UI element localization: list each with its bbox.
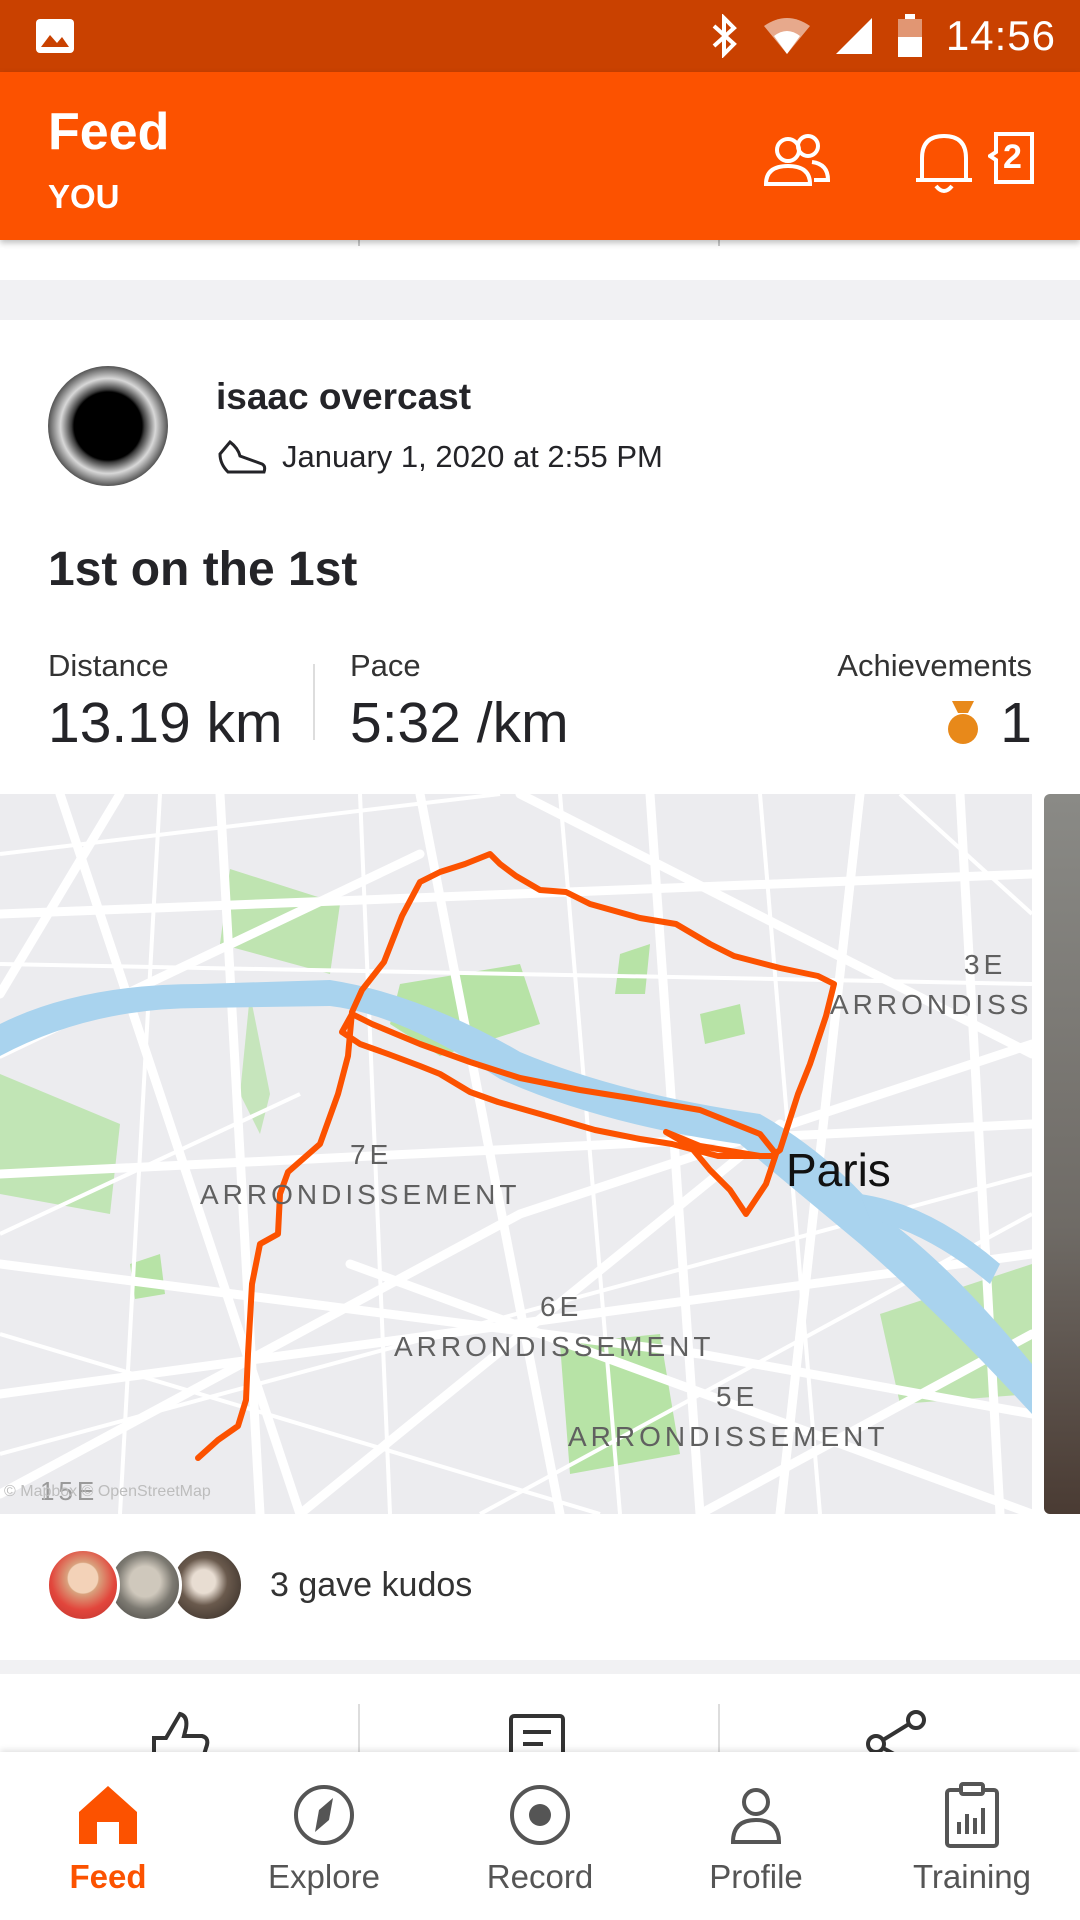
distance-value: 13.19 km xyxy=(48,691,283,755)
people-icon[interactable] xyxy=(756,122,836,202)
home-icon xyxy=(79,1786,137,1844)
signal-icon xyxy=(835,18,872,54)
map-label-3e-name: ARRONDISS xyxy=(830,989,1032,1020)
notification-badge[interactable]: 2 xyxy=(988,130,1036,186)
athlete-name[interactable]: isaac overcast xyxy=(216,376,471,418)
achievements-label: Achievements xyxy=(837,648,1032,683)
pace-value: 5:32 /km xyxy=(350,691,569,755)
achievements-count: 1 xyxy=(1000,691,1032,755)
avatar[interactable] xyxy=(48,366,168,486)
kudos-text[interactable]: 3 gave kudos xyxy=(270,1566,472,1605)
achievements-value-group: 1 xyxy=(946,690,1032,756)
profile-icon xyxy=(730,1788,782,1844)
training-icon xyxy=(945,1782,999,1848)
nav-label: Profile xyxy=(709,1858,803,1895)
nav-profile[interactable]: Profile xyxy=(648,1752,864,1920)
notification-count: 2 xyxy=(1003,138,1022,176)
map-label-7e-num: 7E xyxy=(350,1139,392,1170)
nav-label: Explore xyxy=(268,1858,380,1895)
map-label-city: Paris xyxy=(786,1144,891,1196)
map-attribution: © Mapbox © OpenStreetMap xyxy=(4,1483,211,1500)
map-canvas: 7E ARRONDISSEMENT 6E ARRONDISSEMENT 5E A… xyxy=(0,794,1032,1514)
nav-label: Feed xyxy=(69,1858,147,1895)
wifi-icon xyxy=(763,18,810,54)
status-time: 14:56 xyxy=(945,12,1056,59)
record-icon xyxy=(510,1785,570,1845)
nav-label: Record xyxy=(486,1858,594,1895)
distance-label: Distance xyxy=(48,648,169,683)
medal-icon xyxy=(948,701,979,744)
map-label-5e-num: 5E xyxy=(716,1381,758,1412)
map-label-7e-name: ARRONDISSEMENT xyxy=(200,1179,520,1210)
map-label-6e-name: ARRONDISSEMENT xyxy=(394,1331,714,1362)
app-bar: Feed YOU 2 xyxy=(0,72,1080,240)
bluetooth-icon xyxy=(712,14,737,58)
kudos-avatar[interactable] xyxy=(46,1548,120,1622)
section-divider xyxy=(0,280,1080,320)
stat-divider xyxy=(313,664,315,740)
nav-training[interactable]: Training xyxy=(864,1752,1080,1920)
kudos-row[interactable]: 3 gave kudos xyxy=(0,1518,1080,1644)
map-label-5e-name: ARRONDISSEMENT xyxy=(568,1421,888,1452)
nav-explore[interactable]: Explore xyxy=(216,1752,432,1920)
pace-label: Pace xyxy=(350,648,421,683)
tab-strip xyxy=(0,240,1080,280)
image-icon xyxy=(36,19,74,53)
photo-thumbnail[interactable] xyxy=(1044,794,1080,1514)
route-map[interactable]: 7E ARRONDISSEMENT 6E ARRONDISSEMENT 5E A… xyxy=(0,794,1032,1514)
battery-icon xyxy=(897,14,922,57)
shoe-icon xyxy=(218,439,267,474)
activity-date: January 1, 2020 at 2:55 PM xyxy=(216,438,663,476)
nav-label: Training xyxy=(913,1858,1031,1895)
page-title: Feed xyxy=(48,103,170,161)
bell-icon[interactable] xyxy=(914,122,974,202)
compass-icon xyxy=(294,1785,354,1845)
map-label-3e-num: 3E xyxy=(964,949,1006,980)
bottom-nav: Feed Explore Record Profile Training xyxy=(0,1752,1080,1920)
nav-feed[interactable]: Feed xyxy=(0,1752,216,1920)
status-bar: 14:56 xyxy=(0,0,1080,72)
feed-filter-dropdown[interactable]: YOU xyxy=(48,178,120,216)
activity-title[interactable]: 1st on the 1st xyxy=(48,542,357,597)
activity-card[interactable]: isaac overcast January 1, 2020 at 2:55 P… xyxy=(0,320,1080,1660)
nav-record[interactable]: Record xyxy=(432,1752,648,1920)
map-label-6e-num: 6E xyxy=(540,1291,582,1322)
activity-date-text: January 1, 2020 at 2:55 PM xyxy=(282,439,663,474)
action-row xyxy=(0,1660,1080,1768)
